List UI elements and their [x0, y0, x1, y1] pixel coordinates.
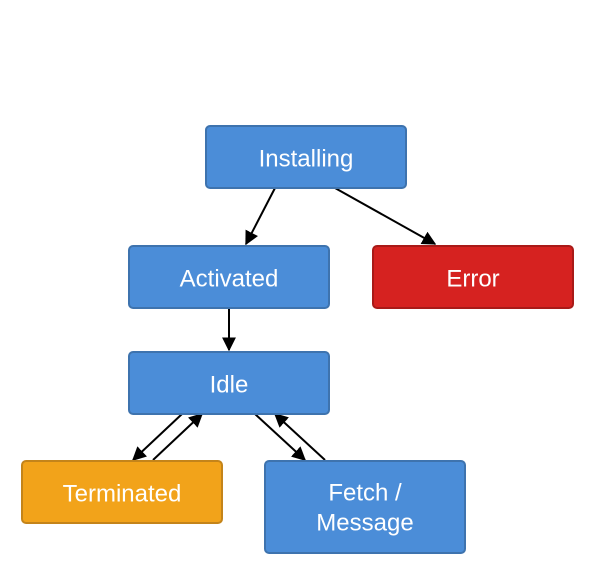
edge-idle-terminated: [133, 414, 202, 460]
node-activated-label: Activated: [180, 265, 279, 292]
edge-idle-fetch: [255, 414, 325, 460]
node-idle: Idle: [129, 352, 329, 414]
node-installing: Installing: [206, 126, 406, 188]
node-error: Error: [373, 246, 573, 308]
node-terminated: Terminated: [22, 461, 222, 523]
node-fetch-message: Fetch / Message: [265, 461, 465, 553]
node-error-label: Error: [446, 265, 499, 292]
edge-installing-activated: [246, 188, 275, 244]
node-fetch-message-label-line1: Fetch /: [328, 479, 402, 506]
node-installing-label: Installing: [259, 145, 354, 172]
edges: [133, 188, 435, 460]
node-idle-label: Idle: [210, 371, 249, 398]
edge-installing-error: [335, 188, 435, 244]
node-activated: Activated: [129, 246, 329, 308]
node-terminated-label: Terminated: [63, 480, 182, 507]
node-fetch-message-label-line2: Message: [316, 509, 413, 536]
node-fetch-message-bg: [265, 461, 465, 553]
